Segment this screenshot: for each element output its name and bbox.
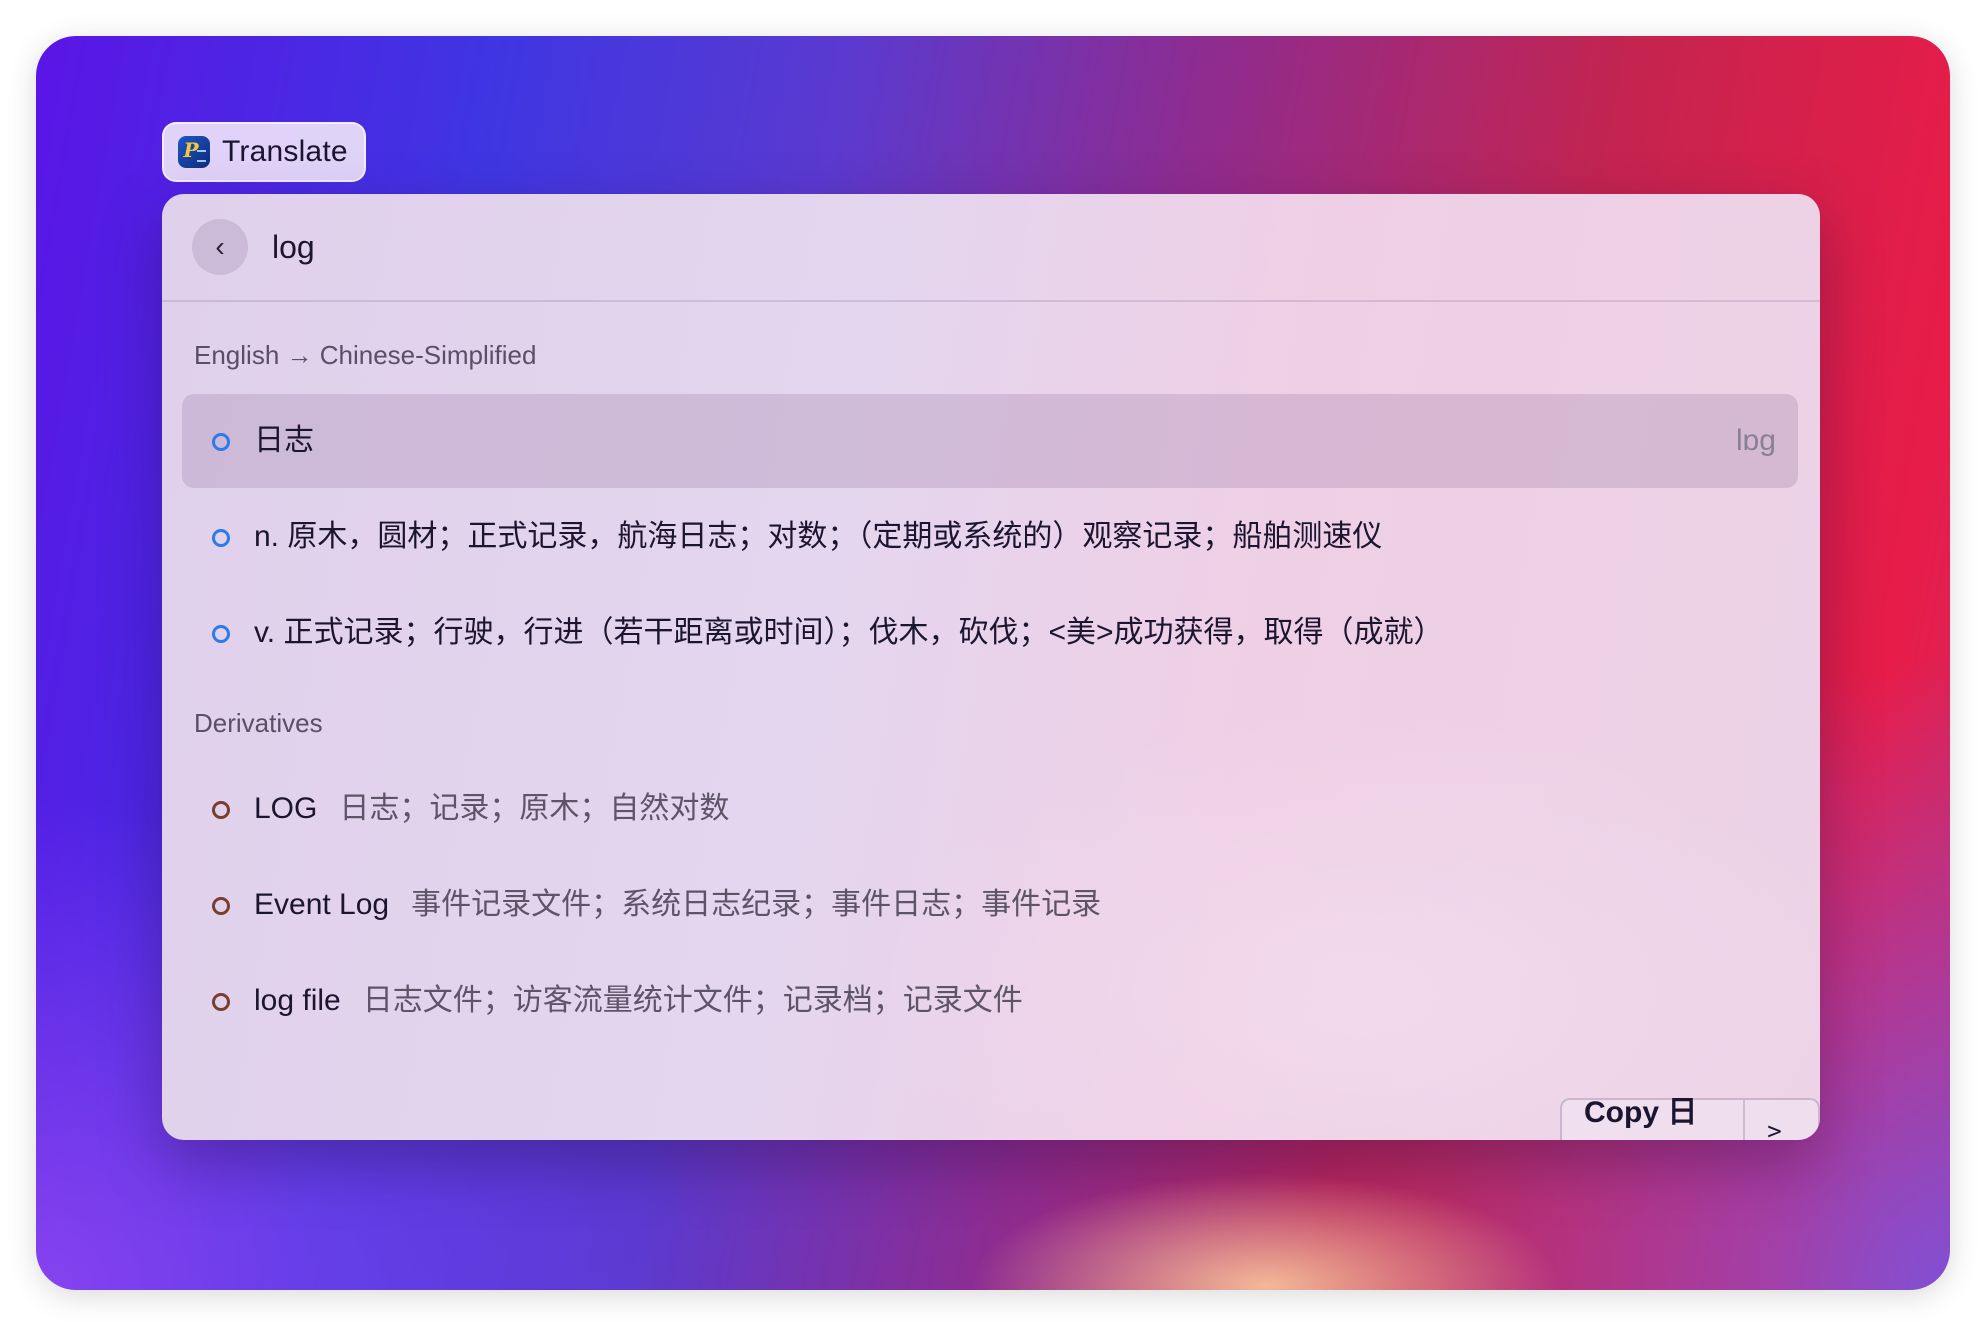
- derivative-item[interactable]: log file 日志文件；访客流量统计文件；记录档；记录文件: [182, 954, 1798, 1048]
- translation-item[interactable]: v. 正式记录；行驶，行进（若干距离或时间）；伐木，砍伐；<美>成功获得，取得（…: [182, 586, 1798, 680]
- translation-section-title: English → Chinese-Simplified: [194, 340, 537, 370]
- desktop-background: P Translate ‹ log English → Chinese-Simp…: [36, 36, 1950, 1290]
- derivative-text: Event Log 事件记录文件；系统日志纪录；事件日志；事件记录: [254, 858, 1101, 952]
- derivative-meaning: 日志；记录；原木；自然对数: [339, 792, 730, 825]
- circle-icon: [212, 529, 230, 547]
- derivative-term: Event Log: [254, 888, 390, 921]
- back-button[interactable]: ‹: [192, 219, 248, 275]
- phonetic: lɒg: [1735, 424, 1776, 457]
- derivative-meaning: 事件记录文件；系统日志纪录；事件日志；事件记录: [411, 888, 1102, 921]
- app-tag: P Translate: [162, 122, 366, 182]
- derivative-text: LOG 日志；记录；原木；自然对数: [254, 762, 729, 856]
- translate-app-icon: P: [178, 136, 210, 168]
- translate-panel: ‹ log English → Chinese-Simplified 日志 lɒ…: [162, 194, 1820, 1140]
- translation-item[interactable]: n. 原木，圆材；正式记录，航海日志；对数；（定期或系统的）观察记录；船舶测速仪: [182, 490, 1798, 584]
- translation-text: n. 原木，圆材；正式记录，航海日志；对数；（定期或系统的）观察记录；船舶测速仪: [254, 520, 1383, 553]
- circle-icon: [212, 433, 230, 451]
- derivative-term: log file: [254, 984, 341, 1017]
- search-input[interactable]: log: [272, 225, 315, 269]
- derivative-term: LOG: [254, 792, 318, 825]
- actions-menu-button[interactable]: >_: [1745, 1100, 1818, 1140]
- search-bar: ‹ log: [162, 194, 1820, 302]
- circle-icon: [212, 801, 230, 819]
- circle-icon: [212, 897, 230, 915]
- copy-button[interactable]: Copy 日志: [1562, 1096, 1746, 1140]
- derivative-item[interactable]: LOG 日志；记录；原木；自然对数: [182, 762, 1798, 856]
- circle-icon: [212, 625, 230, 643]
- app-name: Translate: [222, 135, 348, 168]
- translation-text: v. 正式记录；行驶，行进（若干距离或时间）；伐木，砍伐；<美>成功获得，取得（…: [254, 616, 1444, 649]
- derivative-item[interactable]: Event Log 事件记录文件；系统日志纪录；事件日志；事件记录: [182, 858, 1798, 952]
- translation-text: 日志: [254, 424, 314, 457]
- action-bar: Copy 日志 >_: [1560, 1096, 1820, 1140]
- derivative-text: log file 日志文件；访客流量统计文件；记录档；记录文件: [254, 954, 1023, 1048]
- terminal-icon: >_: [1767, 1117, 1797, 1140]
- circle-icon: [212, 993, 230, 1011]
- translation-item[interactable]: 日志 lɒg: [182, 394, 1798, 488]
- chevron-left-icon: ‹: [215, 231, 225, 262]
- derivatives-section-title: Derivatives: [194, 708, 323, 738]
- derivative-meaning: 日志文件；访客流量统计文件；记录档；记录文件: [362, 984, 1023, 1017]
